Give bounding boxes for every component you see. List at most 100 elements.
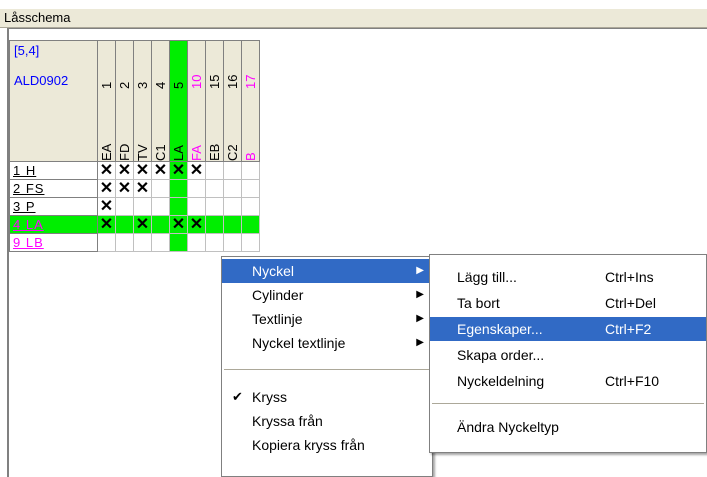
grid-cell[interactable] xyxy=(206,216,224,234)
column-header-5[interactable]: 5 LA xyxy=(170,40,188,162)
grid-cell[interactable]: ✕ xyxy=(170,216,188,234)
menu-item-shortcut: Ctrl+F10 xyxy=(605,373,660,389)
grid-cell[interactable] xyxy=(224,180,242,198)
grid-cell[interactable] xyxy=(134,234,152,252)
menu-item-shortcut: Ctrl+F2 xyxy=(605,321,652,337)
column-header-3[interactable]: 3 TV xyxy=(134,40,152,162)
grid-cell[interactable] xyxy=(152,180,170,198)
grid-cell[interactable] xyxy=(206,198,224,216)
column-header-17[interactable]: 17 B xyxy=(242,40,260,162)
column-header-2[interactable]: 2 FD xyxy=(116,40,134,162)
column-header-4[interactable]: 4 C1 xyxy=(152,40,170,162)
context-menu-item-nyckel[interactable]: Nyckel ▶ xyxy=(222,259,432,283)
context-menu-item-kryssa-fr-n[interactable]: Kryssa från xyxy=(222,409,432,433)
check-icon: ✔ xyxy=(232,389,243,404)
submenu-item-ändra-nyckeltyp[interactable]: Ändra Nyckeltyp xyxy=(430,415,706,439)
context-menu-item-kryss[interactable]: ✔ Kryss xyxy=(222,385,432,409)
grid-cell[interactable]: ✕ xyxy=(116,180,134,198)
menu-item-label: Lägg till... xyxy=(457,269,517,285)
grid-cell[interactable]: ✕ xyxy=(134,216,152,234)
submenu-item-egenskaper-[interactable]: Egenskaper... Ctrl+F2 xyxy=(430,317,706,341)
grid-cell[interactable] xyxy=(152,198,170,216)
row-label: 2 FS xyxy=(13,181,45,196)
grid-cell[interactable] xyxy=(98,234,116,252)
menu-item-label: Nyckeldelning xyxy=(457,373,545,389)
grid-cell[interactable] xyxy=(188,180,206,198)
grid-cell[interactable] xyxy=(206,234,224,252)
column-header-16[interactable]: 16 C2 xyxy=(224,40,242,162)
grid-cell[interactable] xyxy=(242,180,260,198)
row-header-5[interactable]: 9 LB xyxy=(9,234,98,252)
context-menu-item-cylinder[interactable]: Cylinder ▶ xyxy=(222,283,432,307)
grid-cell[interactable]: ✕ xyxy=(134,162,152,180)
grid-cell[interactable]: ✕ xyxy=(98,180,116,198)
column-number: 2 xyxy=(117,81,132,89)
grid-cell[interactable] xyxy=(116,234,134,252)
grid-cell[interactable] xyxy=(224,234,242,252)
context-menu-item-nyckel-textlinje[interactable]: Nyckel textlinje ▶ xyxy=(222,331,432,355)
grid-cell[interactable]: ✕ xyxy=(98,162,116,180)
grid-cell[interactable] xyxy=(242,216,260,234)
schedule-code: ALD0902 xyxy=(14,73,69,88)
submenu-arrow-icon: ▶ xyxy=(416,313,424,324)
grid-cell[interactable]: ✕ xyxy=(152,162,170,180)
row-header-4[interactable]: 4 LA xyxy=(9,216,98,234)
menu-item-label: Kryss xyxy=(252,389,287,405)
row-header-2[interactable]: 2 FS xyxy=(9,180,98,198)
column-number: 10 xyxy=(189,74,204,89)
grid-cell[interactable] xyxy=(206,162,224,180)
grid-cell[interactable] xyxy=(242,198,260,216)
submenu-item-skapa-order-[interactable]: Skapa order... xyxy=(430,343,706,367)
grid-cell[interactable] xyxy=(170,198,188,216)
column-label: C1 xyxy=(153,144,168,161)
row-header-3[interactable]: 3 P xyxy=(9,198,98,216)
grid-cell[interactable] xyxy=(206,180,224,198)
column-label: FA xyxy=(189,145,204,161)
menu-item-label: Cylinder xyxy=(252,287,304,303)
grid-cell[interactable]: ✕ xyxy=(134,180,152,198)
grid-corner: [5,4] ALD0902 xyxy=(9,40,98,162)
menu-separator xyxy=(432,403,704,404)
grid-cell[interactable] xyxy=(170,180,188,198)
grid-cell[interactable] xyxy=(224,162,242,180)
row-header-1[interactable]: 1 H xyxy=(9,162,98,180)
grid-cell[interactable]: ✕ xyxy=(188,162,206,180)
column-number: 15 xyxy=(207,74,222,89)
column-header-15[interactable]: 15 EB xyxy=(206,40,224,162)
grid-cell[interactable] xyxy=(224,198,242,216)
grid-cell[interactable]: ✕ xyxy=(98,216,116,234)
grid-cell[interactable] xyxy=(242,234,260,252)
submenu-item-nyckeldelning[interactable]: Nyckeldelning Ctrl+F10 xyxy=(430,369,706,393)
window-title-bar: Låsschema xyxy=(0,8,707,28)
grid-cell[interactable] xyxy=(152,234,170,252)
grid-cell[interactable]: ✕ xyxy=(116,162,134,180)
grid-cell[interactable] xyxy=(116,216,134,234)
grid-cell[interactable] xyxy=(242,162,260,180)
grid-cell[interactable] xyxy=(152,216,170,234)
column-number: 1 xyxy=(99,81,114,89)
column-label: TV xyxy=(135,144,150,161)
app-window: Låsschema [5,4] ALD0902 1 EA 2 FD 3 TV 4 C1 5 LA 1… xyxy=(0,0,707,477)
context-menu-item-textlinje[interactable]: Textlinje ▶ xyxy=(222,307,432,331)
grid-cell[interactable]: ✕ xyxy=(98,198,116,216)
submenu-arrow-icon: ▶ xyxy=(416,337,424,348)
column-header-10[interactable]: 10 FA xyxy=(188,40,206,162)
submenu-item-ta-bort[interactable]: Ta bort Ctrl+Del xyxy=(430,291,706,315)
menu-item-label: Kopiera kryss från xyxy=(252,437,365,453)
key-submenu: Lägg till... Ctrl+Ins Ta bort Ctrl+Del Egens… xyxy=(429,254,707,453)
grid-cell[interactable] xyxy=(224,216,242,234)
column-header-1[interactable]: 1 EA xyxy=(98,40,116,162)
grid-cell[interactable] xyxy=(134,198,152,216)
grid-cell[interactable] xyxy=(188,198,206,216)
grid-cell[interactable] xyxy=(116,198,134,216)
context-menu-item-kopiera-kryss-fr-n[interactable]: Kopiera kryss från xyxy=(222,433,432,457)
menu-item-label: Ta bort xyxy=(457,295,500,311)
grid-cell[interactable] xyxy=(188,234,206,252)
context-menu: Nyckel ▶ Cylinder ▶ Textlinje ▶ Nyckel textlin… xyxy=(221,256,433,477)
grid-cell[interactable]: ✕ xyxy=(188,216,206,234)
column-label: LA xyxy=(171,145,186,161)
grid-cell[interactable]: ✕ xyxy=(170,162,188,180)
grid-cell[interactable] xyxy=(170,234,188,252)
submenu-item-lägg-till-[interactable]: Lägg till... Ctrl+Ins xyxy=(430,265,706,289)
menu-item-label: Nyckel xyxy=(252,263,295,279)
